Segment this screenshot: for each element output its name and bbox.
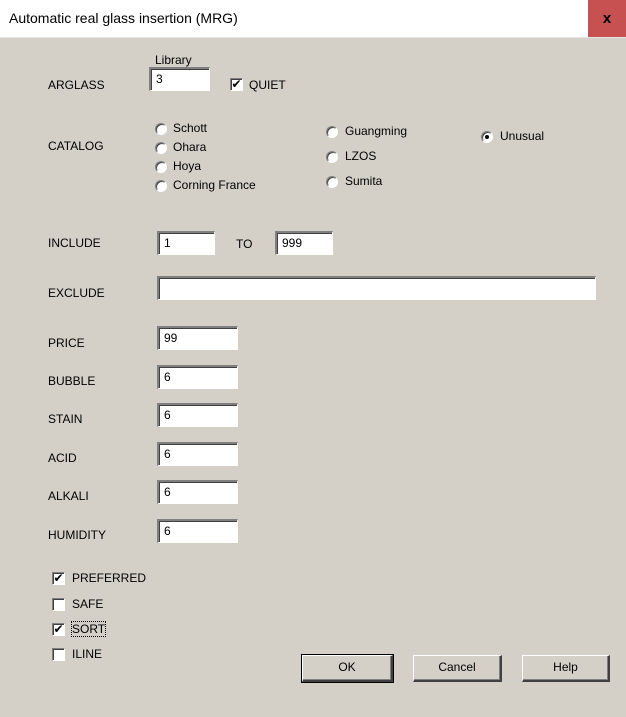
alkali-label: ALKALI [48,489,89,503]
include-to-input[interactable]: 999 [275,231,333,255]
library-input[interactable]: 3 [149,67,210,91]
radio-corning-france[interactable] [155,180,167,192]
stain-input[interactable]: 6 [157,403,238,427]
dialog-body: ARGLASS Library 3 ✔ QUIET CATALOG Schott… [0,38,626,717]
cancel-button[interactable]: Cancel [413,655,502,682]
help-button[interactable]: Help [522,655,610,682]
radio-hoya[interactable] [155,161,167,173]
iline-checkbox[interactable] [52,648,65,661]
acid-input[interactable]: 6 [157,442,238,466]
quiet-label: QUIET [249,78,286,92]
acid-label: ACID [48,451,77,465]
sort-checkbox[interactable]: ✔ [52,623,65,636]
radio-sumita[interactable] [326,176,338,188]
radio-unusual[interactable] [481,131,493,143]
iline-label: ILINE [72,647,103,661]
preferred-label: PREFERRED [72,571,147,585]
radio-ohara[interactable] [155,142,167,154]
close-button[interactable]: x [588,0,626,37]
radio-sumita-label: Sumita [345,174,383,188]
catalog-label: CATALOG [48,139,104,153]
title-bar: Automatic real glass insertion (MRG) x [0,0,626,38]
safe-label: SAFE [72,597,104,611]
radio-guangming-label: Guangming [345,124,408,138]
exclude-label: EXCLUDE [48,286,105,300]
library-label: Library [155,53,192,67]
stain-label: STAIN [48,412,83,426]
radio-schott[interactable] [155,123,167,135]
radio-unusual-label: Unusual [500,129,545,143]
radio-hoya-label: Hoya [173,159,202,173]
safe-checkbox[interactable] [52,598,65,611]
window-title: Automatic real glass insertion (MRG) [9,10,238,26]
humidity-input[interactable]: 6 [157,519,238,543]
include-from-input[interactable]: 1 [157,231,215,255]
radio-schott-label: Schott [173,121,208,135]
include-label: INCLUDE [48,236,101,250]
include-to-label: TO [236,237,253,251]
radio-lzos-label: LZOS [345,149,377,163]
arglass-label: ARGLASS [48,78,105,92]
radio-guangming[interactable] [326,126,338,138]
price-input[interactable]: 99 [157,326,238,350]
alkali-input[interactable]: 6 [157,480,238,504]
bubble-label: BUBBLE [48,374,96,388]
exclude-input[interactable] [157,276,596,300]
quiet-checkbox[interactable]: ✔ [230,78,243,91]
radio-corning-france-label: Corning France [173,178,256,192]
preferred-checkbox[interactable]: ✔ [52,572,65,585]
humidity-label: HUMIDITY [48,528,106,542]
sort-label: SORT [70,621,107,637]
bubble-input[interactable]: 6 [157,365,238,389]
radio-ohara-label: Ohara [173,140,207,154]
ok-button[interactable]: OK [301,654,394,683]
radio-lzos[interactable] [326,151,338,163]
close-icon: x [602,10,612,27]
price-label: PRICE [48,336,85,350]
